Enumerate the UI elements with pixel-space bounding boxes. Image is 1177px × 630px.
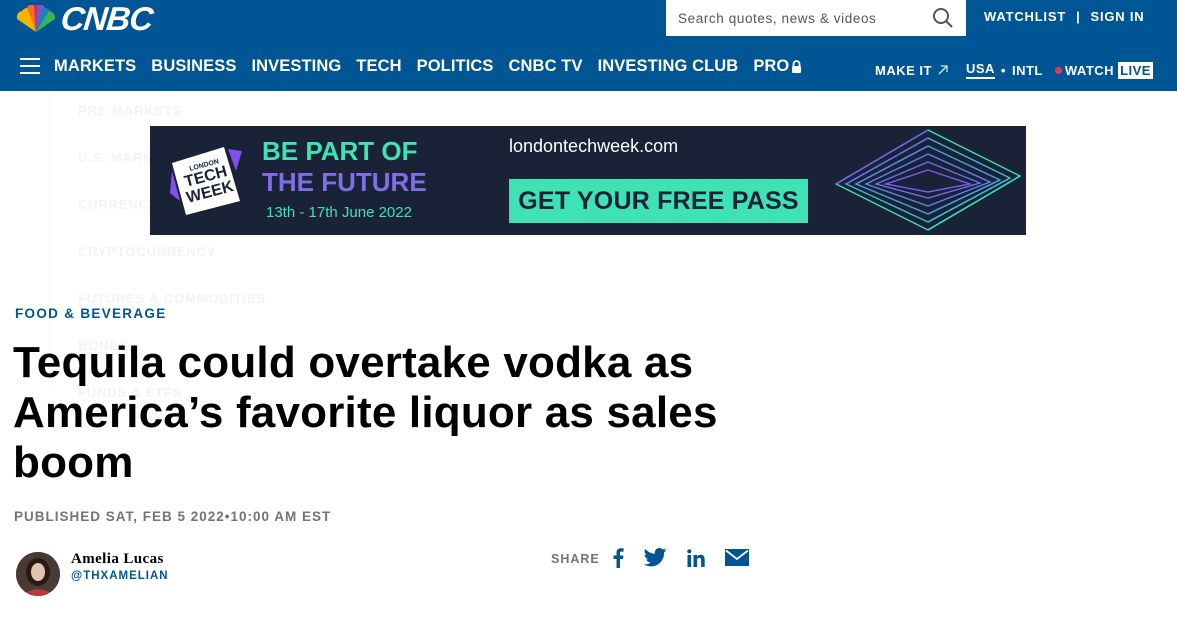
logo-wordmark: CNBC [59, 0, 155, 37]
nav-item-investing[interactable]: INVESTING [251, 57, 341, 76]
make-it-label: MAKE IT [875, 62, 932, 78]
nav-item-pro-label: PRO [753, 57, 790, 75]
ad-spiral-art [834, 129, 1022, 231]
london-tech-week-logo: LONDON TECH WEEK [170, 147, 242, 215]
account-divider: | [1076, 9, 1081, 24]
facebook-icon[interactable] [612, 547, 624, 568]
twitter-icon[interactable] [644, 548, 667, 567]
nav-item-pro[interactable]: PRO [753, 57, 802, 76]
sign-in-link[interactable]: SIGN IN [1091, 9, 1145, 24]
ad-banner[interactable]: LONDON TECH WEEK BE PART OF THE FUTURE 1… [150, 126, 1026, 235]
author-avatar[interactable] [16, 552, 60, 596]
live-dot-icon [1054, 66, 1062, 74]
search-input[interactable] [678, 10, 928, 26]
edition-divider: • [1000, 62, 1006, 78]
search-box [666, 0, 966, 36]
ghost-item-pre-markets: PRE-MARKETS [78, 103, 183, 118]
nav-item-politics[interactable]: POLITICS [417, 57, 494, 76]
ad-headline: BE PART OF THE FUTURE [262, 136, 427, 198]
nav-item-investing-club[interactable]: INVESTING CLUB [598, 57, 739, 76]
author-twitter-handle[interactable]: @THXAMELIAN [71, 570, 169, 582]
search-icon[interactable] [932, 7, 954, 29]
cnbc-logo[interactable]: CNBC [15, 0, 155, 37]
ad-headline-line-2: THE FUTURE [262, 167, 427, 197]
share-label: SHARE [551, 552, 600, 566]
edition-intl[interactable]: INTL [1012, 63, 1043, 78]
article-category[interactable]: FOOD & BEVERAGE [15, 306, 167, 321]
site-header: CNBC WATCHLIST | SIGN IN MARKETS BUSINES… [0, 0, 1177, 91]
live-badge[interactable]: LIVE [1118, 61, 1153, 79]
secondary-nav: MAKE IT USA • INTL WATCH LIVE [875, 61, 1153, 79]
make-it-link[interactable]: MAKE IT [875, 63, 948, 78]
watchlist-link[interactable]: WATCHLIST [984, 9, 1066, 24]
lock-icon [792, 60, 802, 73]
nav-item-cnbc-tv[interactable]: CNBC TV [509, 57, 583, 76]
hamburger-menu-icon[interactable] [20, 58, 40, 74]
peacock-icon [16, 5, 56, 32]
nav-item-business[interactable]: BUSINESS [151, 57, 236, 76]
main-nav: MARKETS BUSINESS INVESTING TECH POLITICS… [54, 57, 817, 76]
external-arrow-icon [938, 65, 948, 75]
ad-cta-button[interactable]: GET YOUR FREE PASS [509, 179, 808, 223]
nav-item-markets[interactable]: MARKETS [54, 57, 136, 76]
edition-usa[interactable]: USA [965, 61, 995, 79]
ad-url: londontechweek.com [509, 136, 679, 156]
linkedin-icon[interactable] [687, 548, 705, 567]
article-headline: Tequila could overtake vodka as America’… [13, 338, 718, 487]
share-buttons [612, 547, 769, 568]
email-icon[interactable] [725, 549, 749, 566]
ghost-item-futures: FUTURES & COMMODITIES [78, 291, 266, 306]
author-name[interactable]: Amelia Lucas [71, 551, 164, 568]
publish-timestamp: PUBLISHED SAT, FEB 5 2022•10:00 AM EST [14, 509, 332, 524]
ad-headline-line-1: BE PART OF [262, 136, 418, 166]
ad-dates: 13th - 17th June 2022 [266, 204, 412, 221]
account-links: WATCHLIST | SIGN IN [984, 9, 1145, 24]
nav-item-tech[interactable]: TECH [356, 57, 401, 76]
author-photo-icon [16, 552, 60, 596]
ghost-item-cryptocurrency: CRYPTOCURRENCY [78, 244, 217, 259]
watch-label[interactable]: WATCH [1065, 63, 1114, 78]
